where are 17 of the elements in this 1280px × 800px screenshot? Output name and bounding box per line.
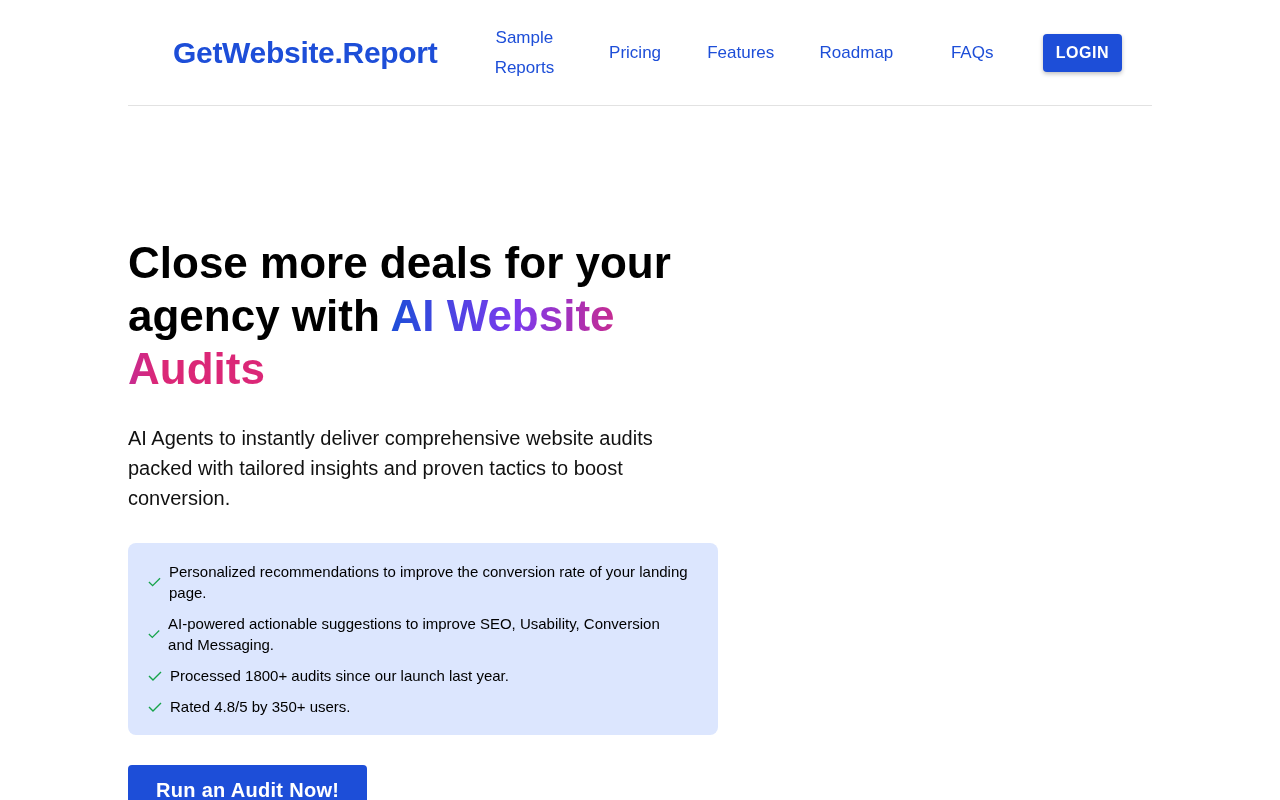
- site-logo[interactable]: GetWebsite.Report: [173, 35, 438, 70]
- nav-link[interactable]: Features: [700, 37, 781, 68]
- run-audit-button[interactable]: Run an Audit Now!: [128, 765, 368, 800]
- check-icon: [148, 670, 162, 681]
- benefit-text: AI-powered actionable suggestions to improve SEO, Usability, Conversion and Messaging.: [168, 614, 661, 655]
- nav-link[interactable]: Sample Reports: [479, 22, 570, 83]
- benefit-text: Personalized recommendations to improve the conversion rate of your landing page.: [168, 562, 688, 603]
- benefit-text: Rated 4.8/5 by 350+ users.: [170, 697, 351, 717]
- check-icon: [148, 629, 161, 639]
- check-icon: [148, 577, 161, 587]
- hero-subtitle: AI Agents to instantly deliver comprehensive website audits packed with tailored insights and proven tactics to boost conversion.: [128, 426, 654, 511]
- nav-link[interactable]: Pricing: [600, 37, 671, 68]
- nav-link[interactable]: Roadmap: [811, 37, 902, 68]
- check-icon: [148, 701, 162, 712]
- benefit-text: Processed 1800+ audits since our launch last year.: [170, 666, 509, 686]
- login-button[interactable]: LOGIN: [1042, 33, 1122, 72]
- nav-link[interactable]: FAQs: [932, 37, 1013, 68]
